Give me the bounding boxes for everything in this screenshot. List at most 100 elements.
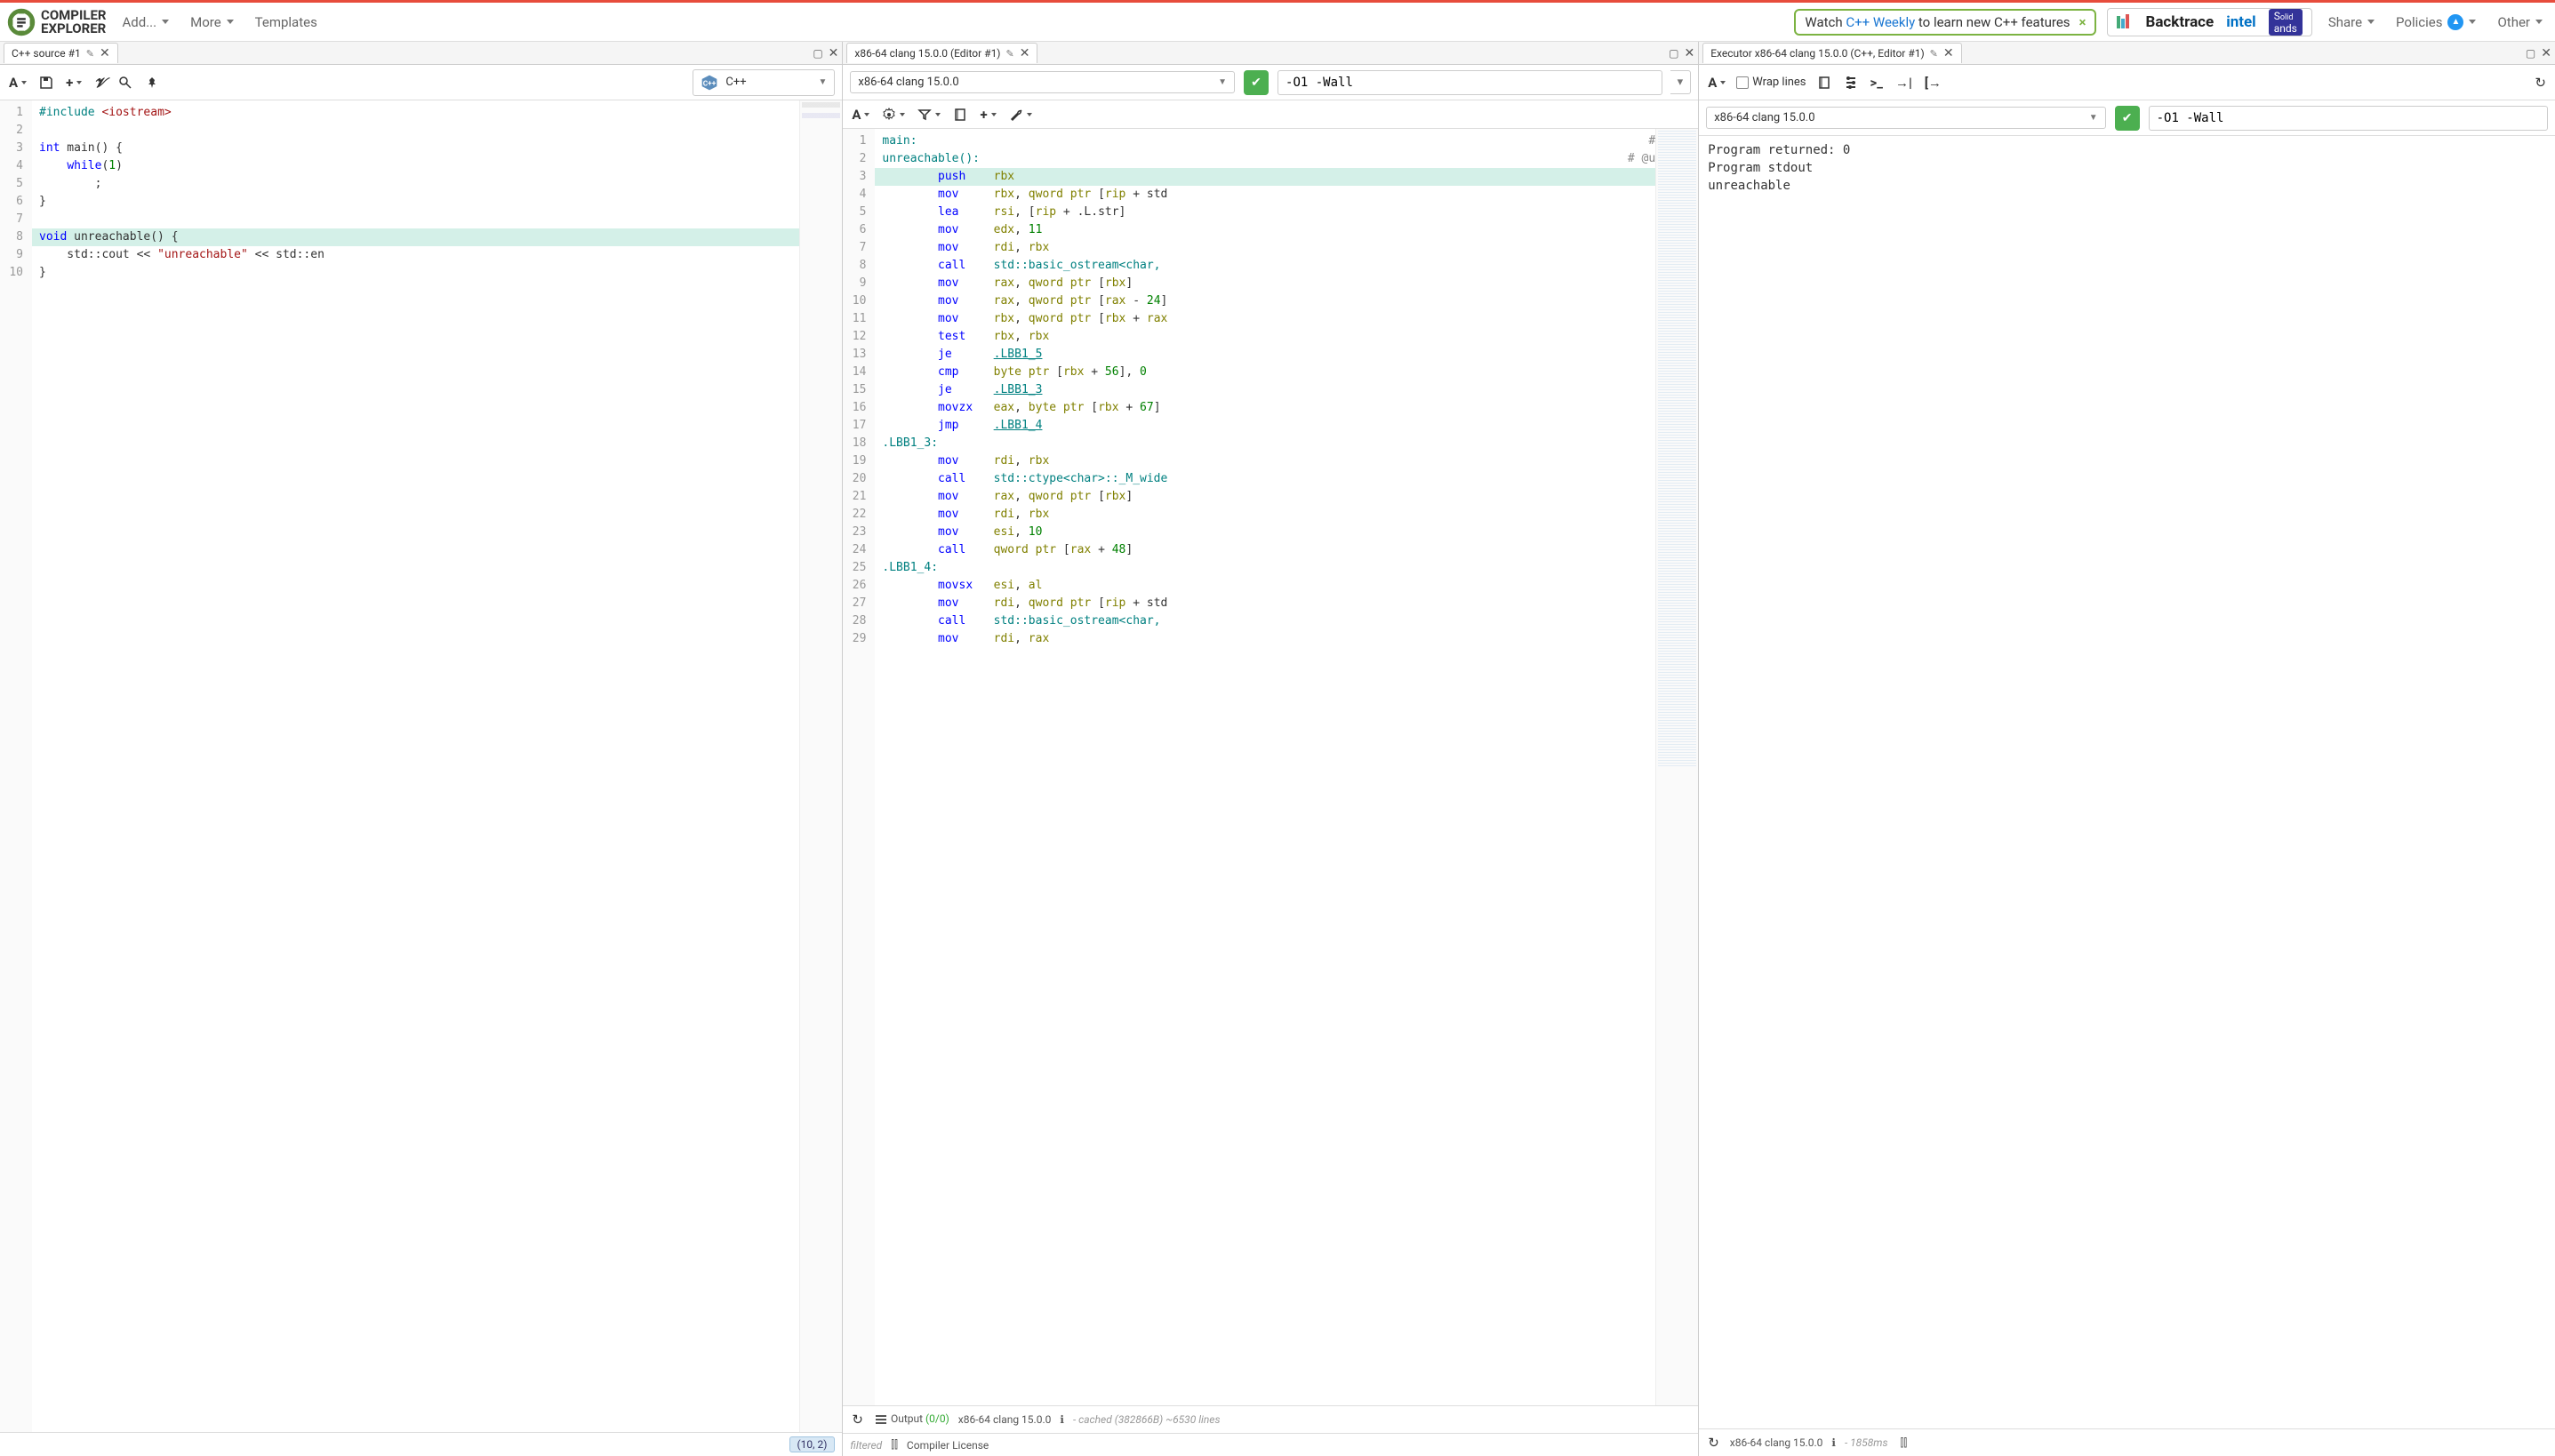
- banner[interactable]: Watch C++ Weekly to learn new C++ featur…: [1794, 9, 2096, 36]
- info-icon[interactable]: ℹ: [1060, 1413, 1064, 1426]
- compiler-tab-bar: x86-64 clang 15.0.0 (Editor #1) ✎ ✕ ▢ ✕: [843, 42, 1698, 65]
- compiler-select-label: x86-64 clang 15.0.0: [858, 76, 958, 89]
- banner-close[interactable]: ×: [2079, 14, 2086, 30]
- compile-status-ok-icon[interactable]: ✔: [1244, 70, 1269, 95]
- libraries-button[interactable]: [1815, 74, 1833, 92]
- filtered-label: filtered: [850, 1439, 882, 1452]
- columns-icon[interactable]: ⫿⫿: [891, 1438, 898, 1452]
- compiler-tab[interactable]: x86-64 clang 15.0.0 (Editor #1) ✎ ✕: [846, 43, 1037, 63]
- refresh-button[interactable]: ↻: [2533, 73, 2548, 92]
- editor-minimap[interactable]: [799, 100, 842, 1432]
- pencil-icon[interactable]: ✎: [1006, 48, 1014, 60]
- executor-panel: Executor x86-64 clang 15.0.0 (C++, Edito…: [1699, 42, 2555, 1456]
- executor-output[interactable]: Program returned: 0Program stdoutunreach…: [1699, 136, 2555, 1428]
- wrap-lines-toggle[interactable]: Wrap lines: [1736, 76, 1806, 89]
- nav-more[interactable]: More: [185, 11, 239, 34]
- status-compiler-name: x86-64 clang 15.0.0: [958, 1413, 1052, 1426]
- compiler-status-bar-2: filtered ⫿⫿ Compiler License: [843, 1433, 1698, 1456]
- font-button[interactable]: A: [850, 105, 871, 124]
- tools-button[interactable]: [1007, 106, 1034, 124]
- export-button[interactable]: [→: [1923, 73, 1943, 92]
- compiler-options-input[interactable]: [1278, 70, 1662, 95]
- close-icon[interactable]: ✕: [100, 46, 110, 60]
- close-panel-icon[interactable]: ✕: [2541, 46, 2551, 60]
- refresh-button[interactable]: ↻: [850, 1410, 865, 1429]
- asm-minimap[interactable]: [1655, 129, 1698, 1405]
- backtrace-icon: [2117, 14, 2133, 30]
- svg-text:C++: C++: [703, 79, 717, 88]
- topbar: COMPILER EXPLORER Add... More Templates …: [0, 3, 2555, 42]
- executor-tab-bar: Executor x86-64 clang 15.0.0 (C++, Edito…: [1699, 42, 2555, 65]
- status-cache-info: - cached (382866B) ~6530 lines: [1073, 1413, 1221, 1426]
- refresh-button[interactable]: ↻: [1706, 1433, 1721, 1452]
- compilation-button[interactable]: [1842, 74, 1860, 92]
- editor-lines[interactable]: #include <iostream>int main() { while(1)…: [32, 100, 799, 1432]
- maximize-icon[interactable]: ▢: [813, 47, 822, 60]
- nav-templates[interactable]: Templates: [250, 11, 323, 34]
- stdin-button[interactable]: →|: [1894, 73, 1914, 92]
- compiler-status-bar-1: ↻ Output (0/0) x86-64 clang 15.0.0 ℹ - c…: [843, 1405, 1698, 1433]
- nav-other[interactable]: Other: [2492, 11, 2548, 34]
- workspace: C++ source #1 ✎ ✕ ▢ ✕ A + 𝓥 C++ C++ ▼: [0, 42, 2555, 1456]
- logo[interactable]: COMPILER EXPLORER: [7, 8, 107, 36]
- vim-button[interactable]: 𝓥: [92, 73, 108, 92]
- sponsor-solidsands: Solidands: [2269, 9, 2303, 36]
- close-icon[interactable]: ✕: [1020, 46, 1030, 60]
- compiler-select[interactable]: x86-64 clang 15.0.0 ▼: [850, 71, 1235, 93]
- sponsor-intel: intel: [2226, 13, 2255, 31]
- nav-policies[interactable]: Policies▲: [2391, 11, 2481, 34]
- filter-button[interactable]: [916, 106, 942, 124]
- pin-button[interactable]: [143, 74, 161, 92]
- columns-icon[interactable]: ⫿⫿: [1900, 1436, 1907, 1450]
- executor-options-input[interactable]: [2149, 106, 2548, 131]
- sponsors[interactable]: Backtrace intel Solidands: [2107, 8, 2311, 36]
- close-icon[interactable]: ✕: [1943, 46, 1954, 60]
- add-view-button[interactable]: +: [64, 73, 84, 92]
- executor-tab-label: Executor x86-64 clang 15.0.0 (C++, Edito…: [1710, 47, 1924, 60]
- executor-compiler-select[interactable]: x86-64 clang 15.0.0 ▼: [1706, 107, 2105, 129]
- exec-status-compiler: x86-64 clang 15.0.0: [1730, 1436, 1823, 1449]
- maximize-icon[interactable]: ▢: [1669, 47, 1678, 60]
- banner-text: Watch C++ Weekly to learn new C++ featur…: [1805, 14, 2070, 30]
- book-icon: [1817, 76, 1831, 90]
- arguments-button[interactable]: >_: [1869, 73, 1885, 92]
- font-button[interactable]: A: [1706, 73, 1727, 92]
- executor-status-bar: ↻ x86-64 clang 15.0.0 ℹ - 1858ms ⫿⫿: [1699, 1428, 2555, 1456]
- editor-code-area[interactable]: 12345678910 #include <iostream>int main(…: [0, 100, 842, 1432]
- save-button[interactable]: [37, 74, 55, 92]
- add-view-button[interactable]: +: [978, 105, 997, 124]
- output-toggle[interactable]: Output (0/0): [874, 1412, 949, 1427]
- close-panel-icon[interactable]: ✕: [1684, 46, 1694, 60]
- logo-icon: [7, 8, 36, 36]
- exec-status-time: - 1858ms: [1845, 1436, 1888, 1449]
- compiler-options-caret[interactable]: ▾: [1670, 70, 1692, 94]
- nav-add[interactable]: Add...: [117, 11, 175, 34]
- editor-tab[interactable]: C++ source #1 ✎ ✕: [4, 43, 118, 63]
- compiler-tab-label: x86-64 clang 15.0.0 (Editor #1): [854, 47, 1000, 60]
- license-link[interactable]: Compiler License: [907, 1439, 989, 1452]
- exec-status-ok-icon[interactable]: ✔: [2115, 106, 2140, 131]
- asm-code-area[interactable]: 1234567891011121314151617181920212223242…: [843, 129, 1698, 1405]
- libraries-button[interactable]: [951, 106, 969, 124]
- maximize-icon[interactable]: ▢: [2526, 47, 2535, 60]
- executor-toolbar-2: x86-64 clang 15.0.0 ▼ ✔: [1699, 100, 2555, 136]
- wrench-icon: [1009, 108, 1023, 122]
- wrap-lines-label: Wrap lines: [1752, 76, 1806, 89]
- font-button[interactable]: A: [7, 73, 28, 92]
- close-panel-icon[interactable]: ✕: [829, 46, 839, 60]
- executor-compiler-label: x86-64 clang 15.0.0: [1714, 111, 1814, 124]
- executor-tab[interactable]: Executor x86-64 clang 15.0.0 (C++, Edito…: [1702, 43, 1961, 63]
- compiler-toolbar-1: x86-64 clang 15.0.0 ▼ ✔ ▾: [843, 65, 1698, 100]
- book-icon: [953, 108, 967, 122]
- pencil-icon[interactable]: ✎: [1930, 48, 1938, 60]
- editor-tab-label: C++ source #1: [12, 47, 81, 60]
- compiler-toolbar-2: A +: [843, 100, 1698, 129]
- search-button[interactable]: [116, 74, 134, 92]
- compiler-panel: x86-64 clang 15.0.0 (Editor #1) ✎ ✕ ▢ ✕ …: [843, 42, 1699, 1456]
- pencil-icon[interactable]: ✎: [86, 48, 94, 60]
- nav-share[interactable]: Share: [2323, 11, 2380, 34]
- settings-button[interactable]: [880, 106, 907, 124]
- language-select[interactable]: C++ C++ ▼: [693, 69, 835, 96]
- info-icon[interactable]: ℹ: [1831, 1436, 1836, 1449]
- asm-lines[interactable]: main:#unreachable():# @u push rbx mov rb…: [875, 129, 1655, 1405]
